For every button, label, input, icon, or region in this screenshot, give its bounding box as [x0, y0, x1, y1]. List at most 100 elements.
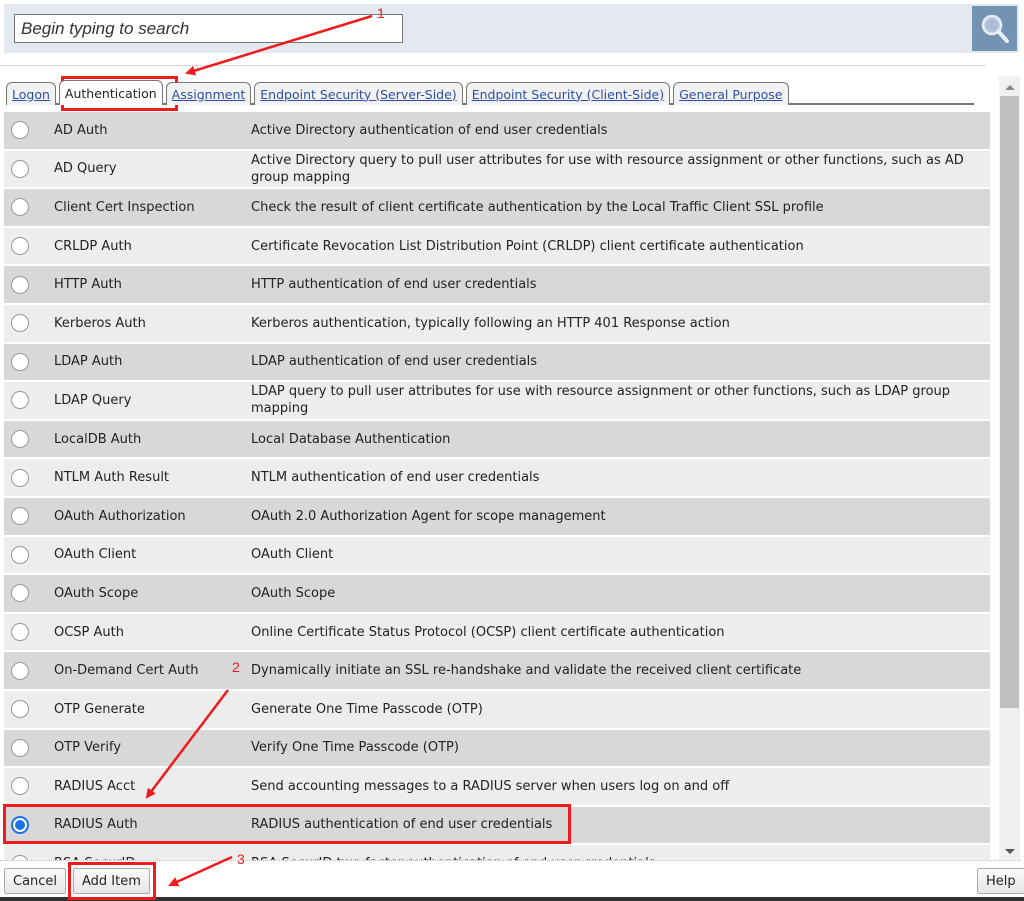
- tab-logon[interactable]: Logon: [6, 82, 56, 105]
- bottom-border: [0, 897, 1024, 901]
- item-name: On-Demand Cert Auth: [54, 663, 199, 679]
- tab-authentication[interactable]: Authentication: [58, 80, 163, 105]
- item-name: LDAP Query: [54, 392, 132, 408]
- radio-button[interactable]: [11, 391, 29, 410]
- item-description: RADIUS authentication of end user creden…: [251, 817, 553, 833]
- list-item[interactable]: OTP Verify Verify One Time Passcode (OTP): [4, 729, 990, 769]
- list-item[interactable]: AD Query Active Directory query to pull u…: [4, 150, 990, 190]
- item-description: Verify One Time Passcode (OTP): [251, 740, 459, 756]
- radio-button[interactable]: [11, 159, 29, 178]
- item-name: RADIUS Auth: [54, 817, 138, 833]
- radio-button[interactable]: [11, 584, 29, 603]
- item-description: Kerberos authentication, typically follo…: [251, 315, 730, 331]
- list-item[interactable]: LDAP Auth LDAP authentication of end user…: [4, 343, 990, 383]
- scroll-thumb[interactable]: [1000, 96, 1019, 708]
- list-item[interactable]: Kerberos Auth Kerberos authentication, ty…: [4, 304, 990, 344]
- item-description: Generate One Time Passcode (OTP): [251, 701, 483, 717]
- list-item[interactable]: LDAP Query LDAP query to pull user attrib…: [4, 382, 990, 421]
- item-name: NTLM Auth Result: [54, 470, 170, 486]
- list-item[interactable]: RSA SecurIDRSA SecurID two-factor authen…: [4, 845, 990, 860]
- radio-button[interactable]: [11, 623, 29, 642]
- radio-button[interactable]: [11, 507, 29, 526]
- list-item[interactable]: NTLM Auth Result NTLM authentication of e…: [4, 459, 990, 498]
- item-description: Send accounting messages to a RADIUS ser…: [251, 778, 730, 794]
- list-item[interactable]: HTTP Auth HTTP authentication of end user…: [4, 266, 990, 305]
- tab-general-purpose[interactable]: General Purpose: [673, 82, 789, 105]
- item-description: OAuth Scope: [251, 585, 336, 601]
- item-name: LocalDB Auth: [54, 431, 142, 447]
- item-name: OTP Verify: [54, 740, 122, 756]
- add-item-button[interactable]: Add Item: [73, 868, 150, 894]
- item-name: AD Query: [54, 161, 117, 177]
- search-input[interactable]: [14, 14, 403, 43]
- item-description: LDAP query to pull user attributes for u…: [251, 384, 951, 417]
- item-description: LDAP authentication of end user credenti…: [251, 354, 538, 370]
- radio-button[interactable]: [11, 314, 29, 333]
- vertical-scrollbar[interactable]: [999, 76, 1020, 860]
- radio-button[interactable]: [11, 198, 29, 217]
- item-description: Local Database Authentication: [251, 431, 451, 447]
- item-description: Check the result of client certificate a…: [251, 199, 824, 215]
- scroll-down-button[interactable]: [999, 844, 1020, 858]
- item-description: OAuth 2.0 Authorization Agent for scope …: [251, 508, 606, 524]
- item-list: AD Auth Active Directory authentication o…: [4, 112, 990, 860]
- item-description: OAuth Client: [251, 547, 334, 563]
- help-button[interactable]: Help: [977, 868, 1024, 894]
- list-item[interactable]: AD Auth Active Directory authentication o…: [4, 112, 990, 151]
- radio-button[interactable]: [11, 661, 29, 680]
- item-name: OTP Generate: [54, 701, 145, 717]
- list-item[interactable]: OAuth Scope OAuth Scope: [4, 575, 990, 614]
- item-name: OAuth Authorization: [54, 508, 186, 524]
- list-item[interactable]: LocalDB Auth Local Database Authenticatio…: [4, 420, 990, 460]
- item-description: HTTP authentication of end user credenti…: [251, 277, 537, 293]
- tab-assignment[interactable]: Assignment: [165, 82, 252, 105]
- list-item[interactable]: OTP Generate Generate One Time Passcode (…: [4, 690, 990, 730]
- cancel-button[interactable]: Cancel: [4, 868, 67, 894]
- item-name: Client Cert Inspection: [54, 199, 195, 215]
- search-button[interactable]: [972, 6, 1017, 51]
- radio-button[interactable]: [11, 468, 29, 487]
- tab-endpoint-security-server-side[interactable]: Endpoint Security (Server-Side): [254, 82, 463, 105]
- arrow-up-icon: [1004, 84, 1015, 90]
- footer-toolbar: Cancel Add Item Help: [0, 861, 1024, 898]
- radio-button[interactable]: [11, 430, 29, 449]
- list-item[interactable]: OAuth Client OAuth Client: [4, 536, 990, 576]
- arrow-down-icon: [1004, 848, 1015, 854]
- item-name: CRLDP Auth: [54, 238, 132, 254]
- item-name: RADIUS Acct: [54, 778, 136, 794]
- list-item[interactable]: OAuth Authorization OAuth 2.0 Authorizati…: [4, 497, 990, 537]
- radio-button[interactable]: [11, 738, 29, 757]
- item-name: Kerberos Auth: [54, 315, 146, 331]
- item-description: Active Directory query to pull user attr…: [251, 152, 964, 185]
- item-description: Active Directory authentication of end u…: [251, 122, 608, 138]
- list-item[interactable]: Client Cert Inspection Check the result o…: [4, 189, 990, 228]
- scroll-up-button[interactable]: [999, 80, 1020, 94]
- list-item[interactable]: CRLDP Auth Certificate Revocation List Di…: [4, 227, 990, 267]
- item-name: LDAP Auth: [54, 354, 123, 370]
- radio-button[interactable]: [11, 237, 29, 256]
- list-item[interactable]: RADIUS Auth RADIUS authentication of end …: [4, 806, 990, 846]
- search-header: [4, 4, 1019, 53]
- item-name: HTTP Auth: [54, 277, 122, 293]
- list-item[interactable]: On-Demand Cert Auth Dynamically initiate …: [4, 652, 990, 691]
- tab-bar: Logon Authentication Assignment Endpoint Se…: [6, 79, 974, 105]
- list-item[interactable]: RADIUS Acct Send accounting messages to a…: [4, 768, 990, 807]
- magnifier-icon: [981, 14, 1009, 43]
- item-description: NTLM authentication of end user credenti…: [251, 470, 540, 486]
- radio-button[interactable]: [11, 700, 29, 719]
- item-description: Online Certificate Status Protocol (OCSP…: [251, 624, 725, 640]
- radio-button[interactable]: [11, 545, 29, 564]
- item-name: OAuth Scope: [54, 585, 139, 601]
- header-divider: [0, 65, 985, 66]
- item-name: OCSP Auth: [54, 624, 125, 640]
- list-item[interactable]: OCSP Auth Online Certificate Status Proto…: [4, 613, 990, 653]
- radio-button[interactable]: [11, 777, 29, 796]
- item-description: Dynamically initiate an SSL re-handshake…: [251, 663, 802, 679]
- item-name: AD Auth: [54, 122, 108, 138]
- radio-button[interactable]: [11, 121, 29, 140]
- radio-button[interactable]: [11, 275, 29, 294]
- radio-button[interactable]: [11, 352, 29, 371]
- tab-endpoint-security-client-side[interactable]: Endpoint Security (Client-Side): [465, 82, 671, 105]
- radio-button[interactable]: [11, 815, 29, 834]
- item-description: Certificate Revocation List Distribution…: [251, 238, 804, 254]
